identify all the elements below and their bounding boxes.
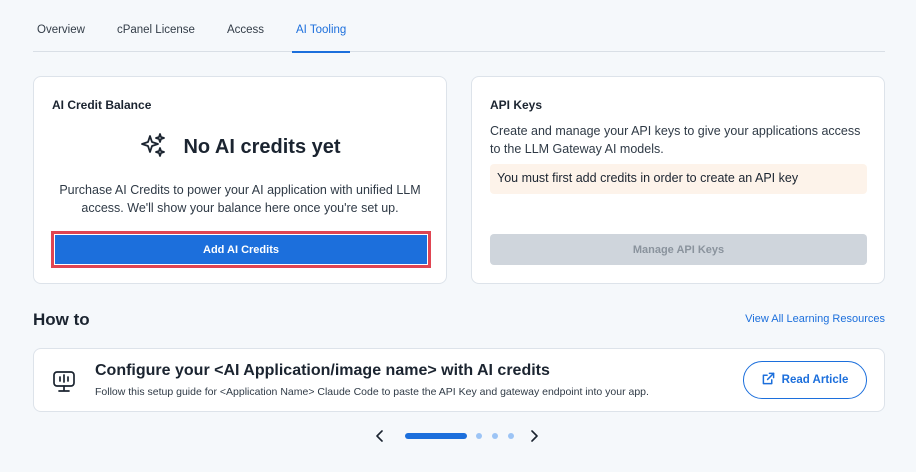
external-link-icon xyxy=(762,372,775,388)
tab-bar: Overview cPanel License Access AI Toolin… xyxy=(33,12,885,53)
computer-icon xyxy=(51,369,77,395)
tab-overview[interactable]: Overview xyxy=(33,12,89,52)
carousel-pager xyxy=(370,426,546,446)
view-all-resources-link[interactable]: View All Learning Resources xyxy=(745,313,885,325)
manage-api-keys-button: Manage API Keys xyxy=(490,234,867,265)
chevron-left-icon[interactable] xyxy=(370,426,390,446)
empty-state-title: No AI credits yet xyxy=(183,136,341,158)
empty-state: No AI credits yet xyxy=(34,131,446,164)
ai-credit-balance-card: AI Credit Balance No AI credits yet Purc… xyxy=(33,76,447,284)
sparkles-icon xyxy=(139,131,167,164)
carousel-dot-active[interactable] xyxy=(405,433,467,439)
carousel-dot[interactable] xyxy=(508,433,514,439)
add-credits-highlight: Add AI Credits xyxy=(51,231,431,268)
api-keys-card: API Keys Create and manage your API keys… xyxy=(471,76,885,284)
chevron-right-icon[interactable] xyxy=(524,426,544,446)
howto-heading: How to xyxy=(33,310,90,329)
api-card-title: API Keys xyxy=(490,98,543,112)
credit-description: Purchase AI Credits to power your AI app… xyxy=(59,183,421,215)
article-title: Configure your <AI Application/image nam… xyxy=(95,362,550,379)
tab-ai-tooling[interactable]: AI Tooling xyxy=(292,12,351,53)
api-description: Create and manage your API keys to give … xyxy=(490,124,861,156)
read-article-button[interactable]: Read Article xyxy=(743,361,867,399)
add-ai-credits-button[interactable]: Add AI Credits xyxy=(55,235,427,264)
tab-access[interactable]: Access xyxy=(223,12,268,52)
carousel-dot[interactable] xyxy=(492,433,498,439)
article-description: Follow this setup guide for <Application… xyxy=(95,386,649,398)
api-key-warning: You must first add credits in order to c… xyxy=(490,164,867,194)
read-article-label: Read Article xyxy=(781,374,849,386)
article-card: Configure your <AI Application/image nam… xyxy=(33,348,885,412)
tab-cpanel-license[interactable]: cPanel License xyxy=(113,12,199,52)
credit-card-title: AI Credit Balance xyxy=(52,98,152,112)
carousel-dot[interactable] xyxy=(476,433,482,439)
